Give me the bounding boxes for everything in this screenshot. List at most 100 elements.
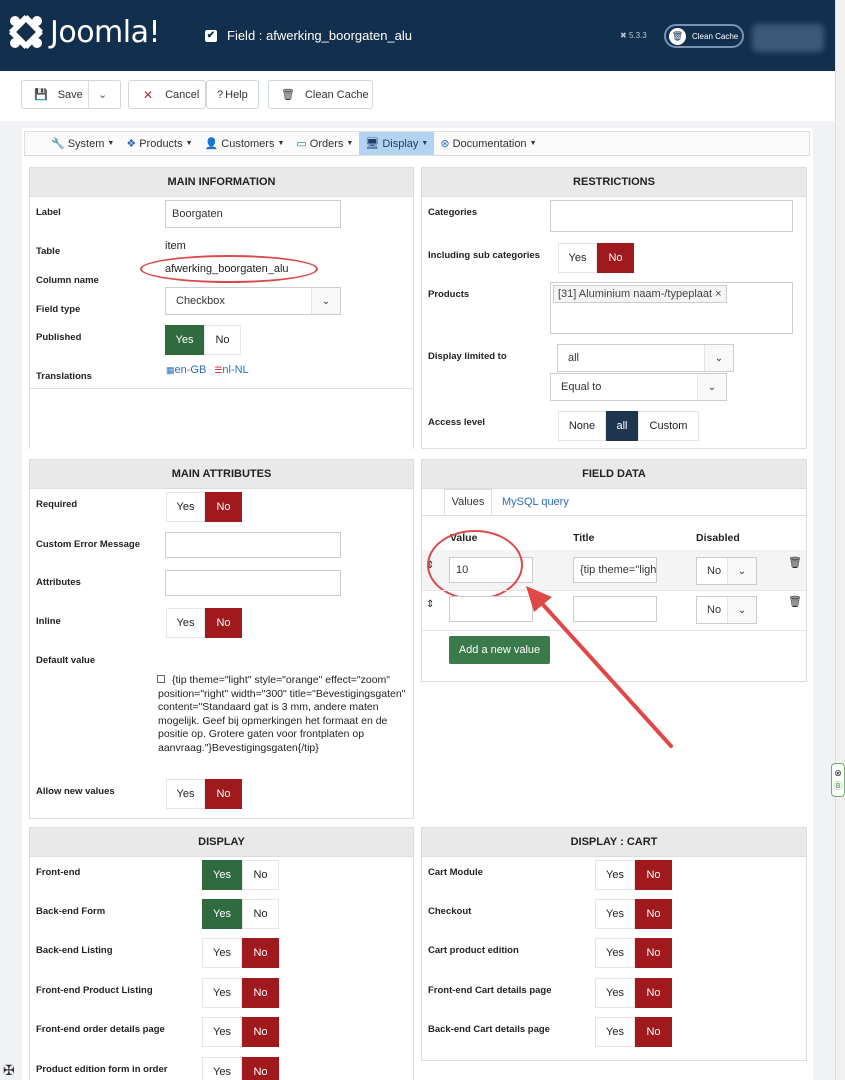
translation-nl-nl[interactable]: ☰nl-NL bbox=[214, 364, 248, 376]
header-clean-cache-button[interactable]: 🗑 Clean Cache bbox=[664, 24, 744, 48]
trash-icon[interactable]: 🗑 bbox=[788, 595, 802, 608]
row1-title-input[interactable]: {tip theme="ligh bbox=[573, 557, 657, 583]
save-button[interactable]: 💾 Save ⌄ bbox=[21, 80, 121, 109]
trash-icon[interactable]: 🗑 bbox=[788, 556, 802, 569]
tab-mysql[interactable]: MySQL query bbox=[502, 496, 569, 508]
subcategories-yes[interactable]: Yes bbox=[558, 243, 597, 273]
toggle-yes[interactable]: Yes bbox=[202, 938, 242, 968]
cart-row-toggle[interactable]: Yes No bbox=[595, 860, 672, 890]
drag-handle-icon[interactable]: ⇕ bbox=[426, 599, 434, 610]
cart-row-label: Back-end Cart details page bbox=[428, 1024, 550, 1035]
toggle-no[interactable]: No bbox=[635, 899, 672, 929]
access-level-toggle[interactable]: None all Custom bbox=[558, 411, 699, 441]
row2-title-input[interactable] bbox=[573, 596, 657, 622]
custom-error-input[interactable] bbox=[165, 532, 341, 558]
display-row-toggle[interactable]: Yes No bbox=[202, 860, 279, 890]
toggle-yes[interactable]: Yes bbox=[595, 899, 635, 929]
floating-widget[interactable]: ⊗ Ⓑ bbox=[831, 763, 845, 797]
add-value-button[interactable]: Add a new value bbox=[449, 636, 550, 664]
required-no[interactable]: No bbox=[205, 492, 242, 522]
field-type-select[interactable]: Checkbox ⌄ bbox=[165, 287, 341, 315]
toggle-no[interactable]: No bbox=[242, 899, 279, 929]
published-toggle[interactable]: Yes No bbox=[165, 325, 241, 355]
equal-to-select[interactable]: Equal to ⌄ bbox=[550, 373, 727, 401]
toggle-no[interactable]: No bbox=[635, 1017, 672, 1047]
toggle-yes[interactable]: Yes bbox=[595, 1017, 635, 1047]
cart-row-toggle[interactable]: Yes No bbox=[595, 938, 672, 968]
published-no[interactable]: No bbox=[204, 325, 241, 355]
translation-en-gb[interactable]: ▦en-GB bbox=[166, 364, 206, 376]
menu-documentation[interactable]: ⊛ Documentation ▼ bbox=[434, 132, 542, 155]
allow-new-no[interactable]: No bbox=[205, 779, 242, 809]
toggle-yes[interactable]: Yes bbox=[595, 860, 635, 890]
inline-toggle[interactable]: Yes No bbox=[166, 608, 242, 638]
required-yes[interactable]: Yes bbox=[166, 492, 205, 522]
toggle-yes[interactable]: Yes bbox=[202, 860, 242, 890]
toggle-yes[interactable]: Yes bbox=[202, 1017, 242, 1047]
help-button[interactable]: ? Help bbox=[206, 80, 259, 109]
save-icon: 💾 bbox=[34, 89, 48, 101]
menu-orders[interactable]: ▭ Orders ▼ bbox=[290, 132, 359, 155]
chevron-down-icon: ⌄ bbox=[704, 345, 733, 371]
access-custom[interactable]: Custom bbox=[638, 411, 699, 441]
required-toggle[interactable]: Yes No bbox=[166, 492, 242, 522]
menu-customers[interactable]: 👤 Customers ▼ bbox=[199, 132, 291, 155]
row1-disabled-value: No bbox=[707, 565, 722, 577]
toggle-yes[interactable]: Yes bbox=[595, 978, 635, 1008]
row2-value-input[interactable] bbox=[449, 596, 533, 622]
products-input[interactable]: [31] Aluminium naam-/typeplaat × bbox=[550, 282, 793, 334]
subcategories-toggle[interactable]: Yes No bbox=[558, 243, 634, 273]
subcategories-no[interactable]: No bbox=[597, 243, 634, 273]
display-row-toggle[interactable]: Yes No bbox=[202, 938, 279, 968]
published-yes[interactable]: Yes bbox=[165, 325, 204, 355]
attributes-input[interactable] bbox=[165, 570, 341, 596]
cart-row-toggle[interactable]: Yes No bbox=[595, 1017, 672, 1047]
joomla-logo[interactable]: Joomla! bbox=[8, 14, 161, 50]
label-input[interactable]: Boorgaten bbox=[165, 200, 341, 228]
required-label: Required bbox=[36, 499, 78, 510]
tab-mysql-label: MySQL query bbox=[502, 496, 569, 508]
display-row-toggle[interactable]: Yes No bbox=[202, 1017, 279, 1047]
display-row-toggle[interactable]: Yes No bbox=[202, 899, 279, 929]
cancel-button[interactable]: ✕ Cancel bbox=[128, 80, 206, 109]
menu-customers-label: Customers bbox=[221, 137, 275, 150]
product-tag[interactable]: [31] Aluminium naam-/typeplaat × bbox=[553, 285, 727, 303]
allow-new-values-toggle[interactable]: Yes No bbox=[166, 779, 242, 809]
chevron-down-icon[interactable]: ⌄ bbox=[98, 88, 107, 101]
toggle-no[interactable]: No bbox=[242, 978, 279, 1008]
inline-no[interactable]: No bbox=[205, 608, 242, 638]
toggle-yes[interactable]: Yes bbox=[202, 899, 242, 929]
close-icon[interactable]: ⊗ bbox=[834, 768, 842, 779]
row2-disabled-select[interactable]: No ⌄ bbox=[696, 596, 757, 624]
toggle-no[interactable]: No bbox=[242, 1057, 279, 1080]
close-icon[interactable]: × bbox=[715, 288, 721, 300]
toggle-yes[interactable]: Yes bbox=[202, 978, 242, 1008]
toggle-no[interactable]: No bbox=[635, 860, 672, 890]
trash-icon: 🗑 bbox=[669, 27, 686, 45]
toggle-no[interactable]: No bbox=[635, 978, 672, 1008]
cart-row-toggle[interactable]: Yes No bbox=[595, 978, 672, 1008]
toggle-yes[interactable]: Yes bbox=[202, 1057, 242, 1080]
clean-cache-button[interactable]: 🗑 Clean Cache bbox=[268, 80, 373, 109]
access-none[interactable]: None bbox=[558, 411, 606, 441]
toggle-yes[interactable]: Yes bbox=[595, 938, 635, 968]
user-menu-blurred[interactable] bbox=[752, 24, 824, 52]
categories-input[interactable] bbox=[550, 200, 793, 232]
cart-row-toggle[interactable]: Yes No bbox=[595, 899, 672, 929]
inline-yes[interactable]: Yes bbox=[166, 608, 205, 638]
toggle-no[interactable]: No bbox=[242, 1017, 279, 1047]
toggle-no[interactable]: No bbox=[635, 938, 672, 968]
row1-disabled-select[interactable]: No ⌄ bbox=[696, 557, 757, 585]
toggle-no[interactable]: No bbox=[242, 938, 279, 968]
allow-new-yes[interactable]: Yes bbox=[166, 779, 205, 809]
tab-values[interactable]: Values bbox=[444, 489, 492, 515]
access-all[interactable]: all bbox=[606, 411, 638, 441]
menu-display[interactable]: 🖥 Display ▼ bbox=[359, 132, 435, 155]
display-row-toggle[interactable]: Yes No bbox=[202, 978, 279, 1008]
scrollbar[interactable] bbox=[835, 0, 845, 1080]
display-row-toggle[interactable]: Yes No bbox=[202, 1057, 279, 1080]
display-limited-select[interactable]: all ⌄ bbox=[557, 344, 734, 372]
toggle-no[interactable]: No bbox=[242, 860, 279, 890]
menu-products[interactable]: ❖ Products ▼ bbox=[120, 132, 198, 155]
menu-system[interactable]: 🔧 System ▼ bbox=[45, 132, 120, 155]
